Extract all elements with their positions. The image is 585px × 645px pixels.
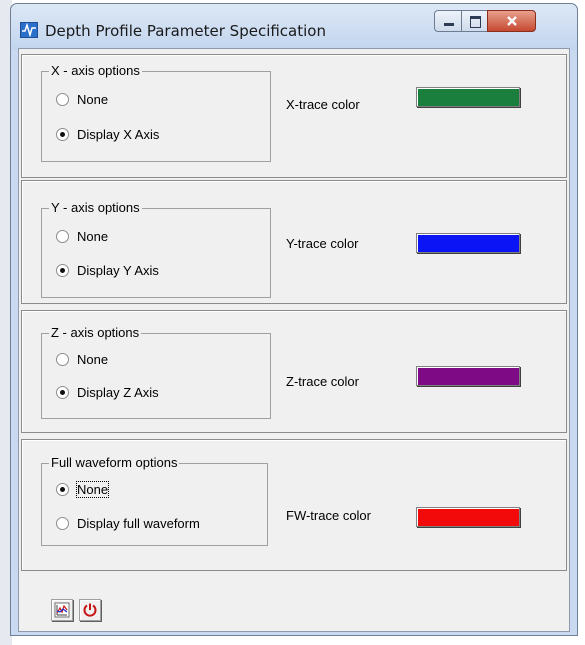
maximize-icon [470, 16, 481, 28]
group-title: Full waveform options [49, 455, 180, 470]
dialog-client-area: X - axis options None Display X Axis X-t… [18, 48, 570, 632]
y-axis-options-group: Y - axis options None Display Y Axis [41, 200, 271, 298]
x-axis-options-group: X - axis options None Display X Axis [41, 63, 271, 162]
radio-label: None [77, 352, 109, 367]
group-title: Z - axis options [49, 325, 142, 340]
minimize-icon [444, 23, 454, 26]
app-icon [20, 22, 38, 38]
maximize-button[interactable] [461, 10, 488, 32]
y-axis-panel: Y - axis options None Display Y Axis Y-t… [21, 180, 567, 304]
group-title: X - axis options [49, 63, 142, 78]
dialog-window: Depth Profile Parameter Specification X … [10, 3, 578, 636]
minimize-button[interactable] [434, 10, 462, 32]
radio-button[interactable] [56, 353, 69, 366]
radio-button[interactable] [56, 93, 69, 106]
full-waveform-panel: Full waveform options None Display full … [21, 439, 567, 571]
plot-button[interactable] [51, 599, 73, 621]
radio-button[interactable] [56, 128, 69, 141]
radio-label: Display full waveform [77, 516, 200, 531]
power-icon [83, 603, 97, 617]
radio-label: None [77, 229, 109, 244]
z-axis-options-group: Z - axis options None Display Z Axis [41, 325, 271, 419]
radio-button[interactable] [56, 230, 69, 243]
title-bar: Depth Profile Parameter Specification [11, 4, 577, 50]
fw-trace-color-label: FW-trace color [286, 508, 371, 523]
radio-label: Display Z Axis [77, 385, 159, 400]
radio-label: Display X Axis [77, 127, 160, 142]
z-trace-color-label: Z-trace color [286, 374, 359, 389]
x-trace-color-label: X-trace color [286, 97, 360, 112]
close-icon [507, 16, 517, 26]
z-trace-color-swatch[interactable] [416, 366, 520, 386]
y-trace-color-swatch[interactable] [416, 233, 520, 253]
radio-button[interactable] [56, 264, 69, 277]
chart-plot-icon [54, 602, 70, 618]
group-title: Y - axis options [49, 200, 142, 215]
radio-label: None [77, 92, 109, 107]
radio-button[interactable] [56, 386, 69, 399]
radio-label: Display Y Axis [77, 263, 159, 278]
radio-button[interactable] [56, 517, 69, 530]
z-axis-panel: Z - axis options None Display Z Axis Z-t… [21, 310, 567, 433]
radio-button[interactable] [56, 483, 69, 496]
x-axis-panel: X - axis options None Display X Axis X-t… [21, 54, 567, 178]
radio-label: None [75, 481, 110, 498]
fw-trace-color-swatch[interactable] [416, 507, 520, 527]
y-trace-color-label: Y-trace color [286, 236, 359, 251]
close-button[interactable] [487, 10, 536, 32]
exit-button[interactable] [79, 599, 101, 621]
window-title: Depth Profile Parameter Specification [45, 22, 326, 40]
full-waveform-options-group: Full waveform options None Display full … [41, 455, 268, 546]
x-trace-color-swatch[interactable] [416, 87, 520, 107]
